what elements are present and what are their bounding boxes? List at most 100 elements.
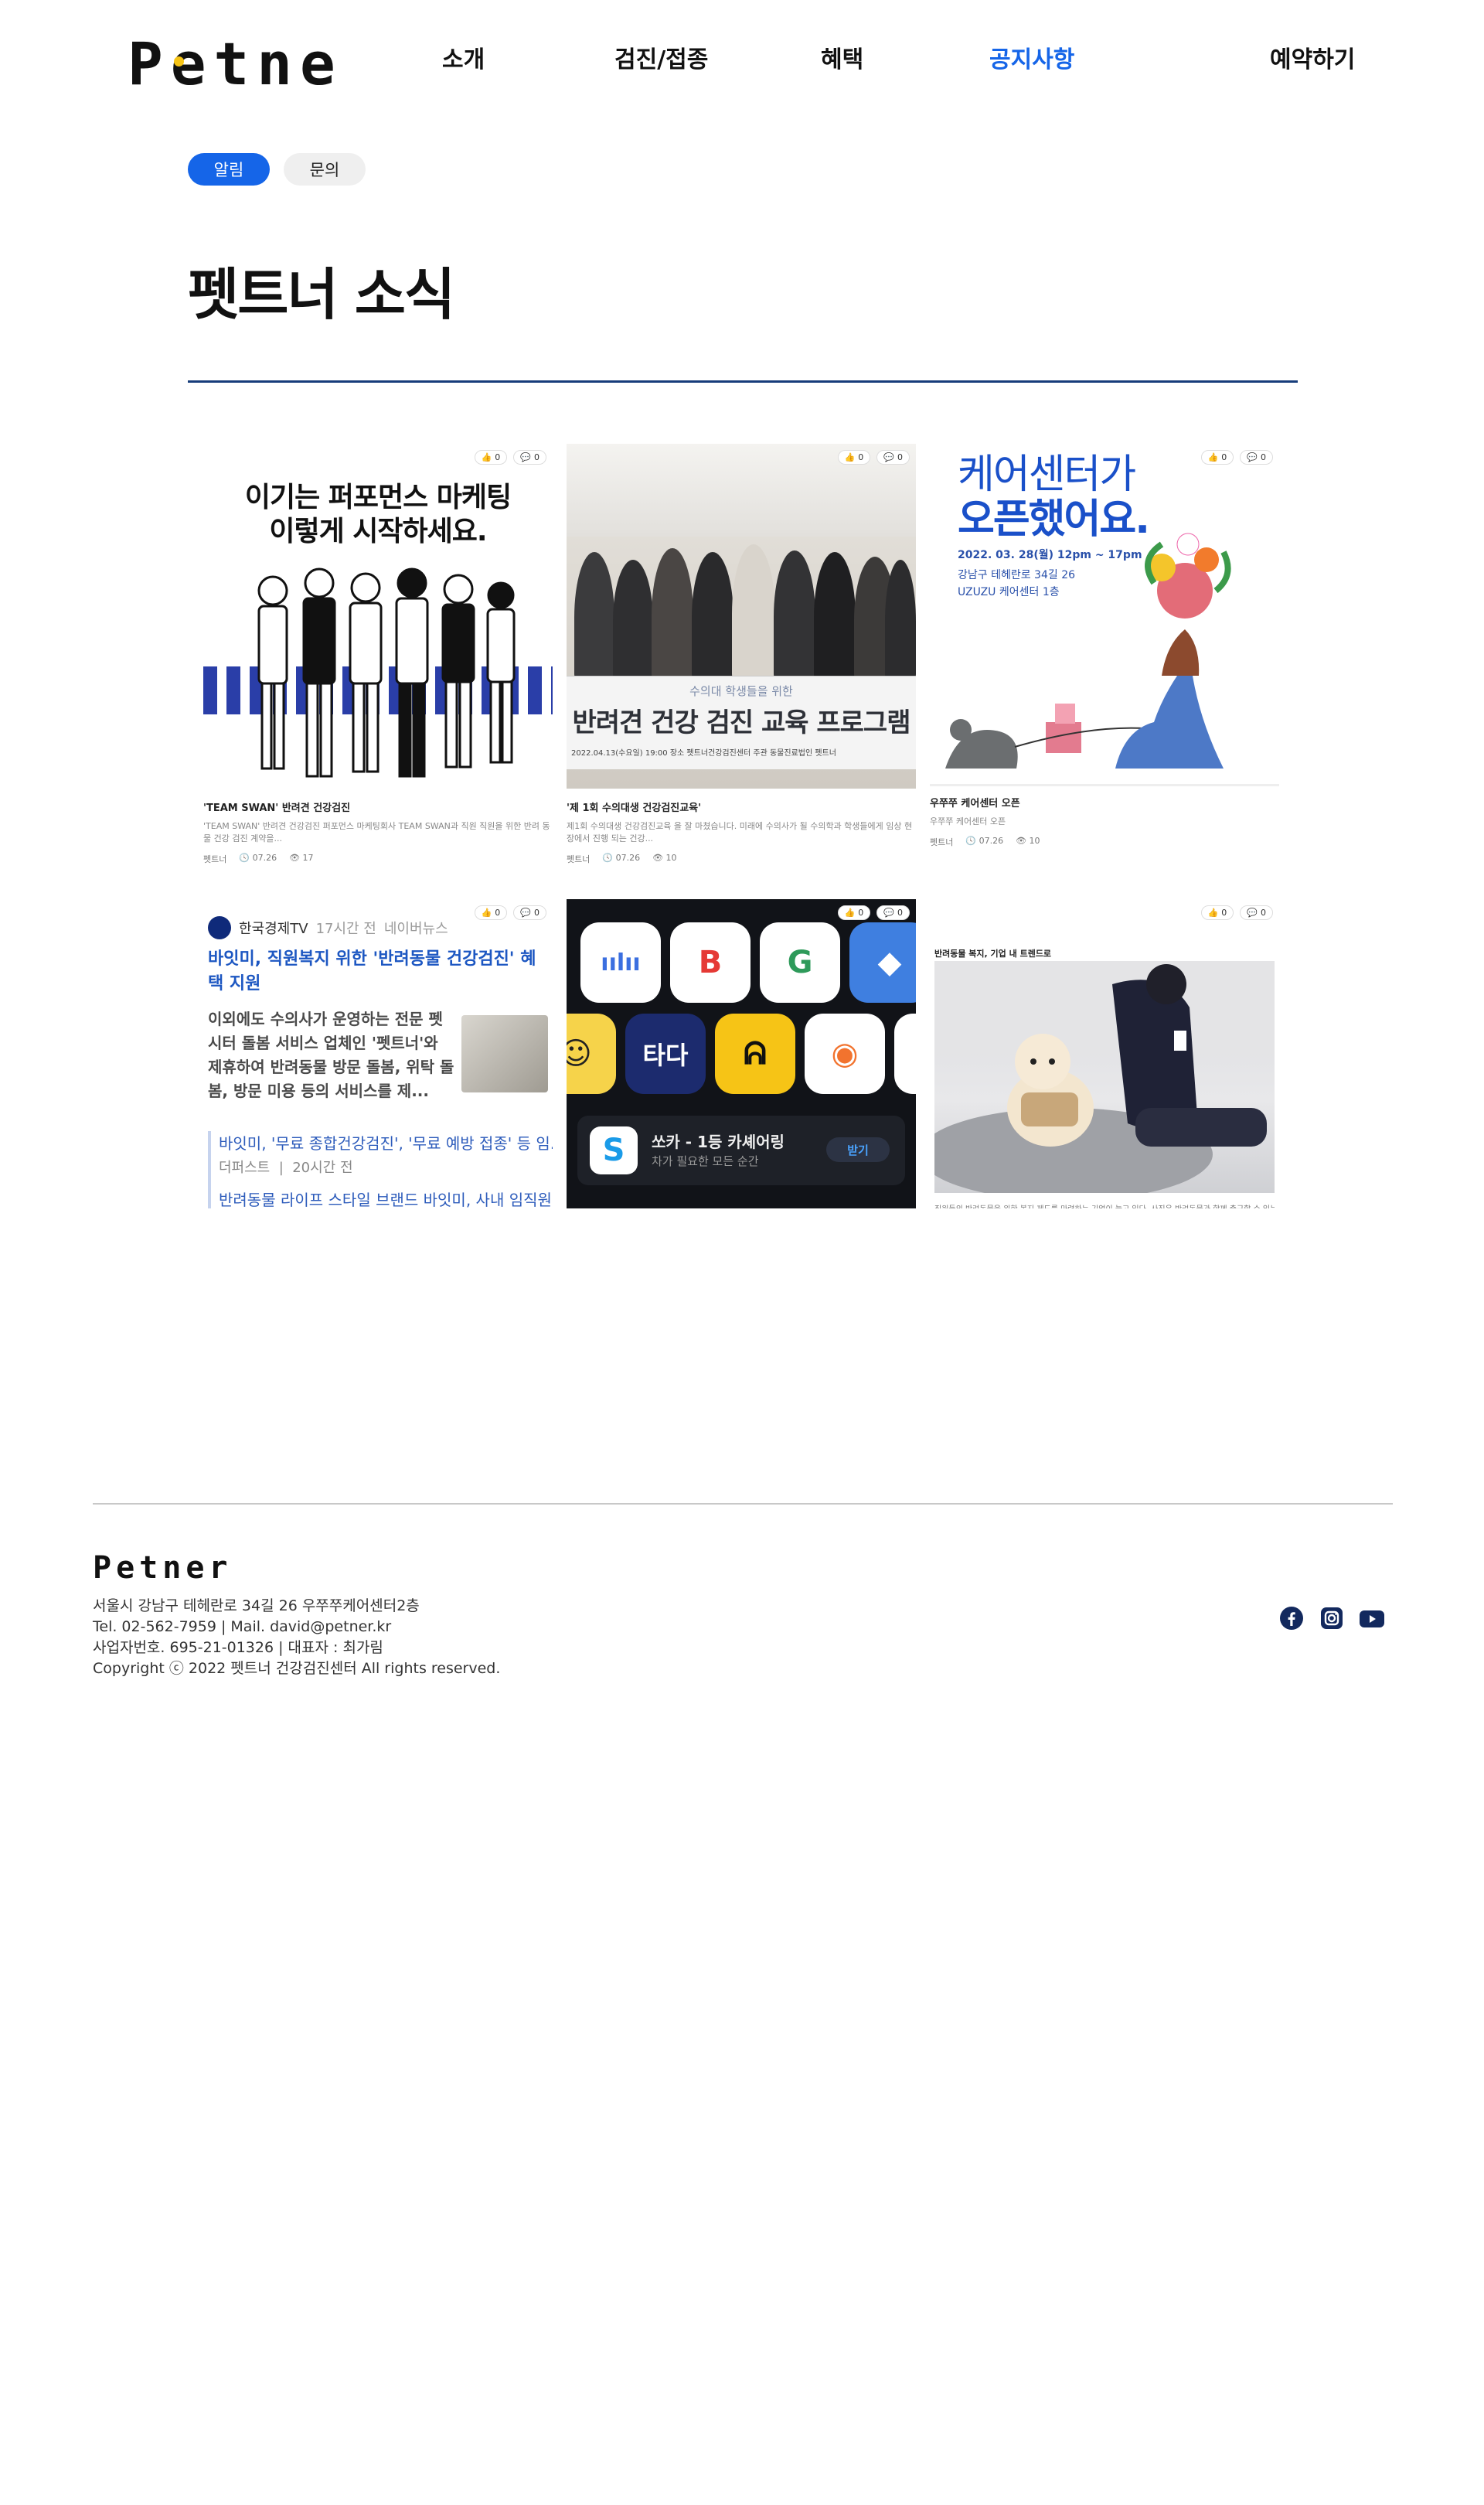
app-install-sheet: S 쏘카 - 1등 카셰어링 차가 필요한 모든 순간 받기 xyxy=(577,1116,905,1185)
post-author: 펫트너 xyxy=(203,854,227,864)
post-thumbnail: 👍 0 💬 0 반려동물 복지, 기업 내 트렌드로 직원들의 반려동물을 위한… xyxy=(930,899,1279,1208)
footer-logo[interactable]: Petner xyxy=(93,1552,233,1583)
post-thumbnail: 👍 0 💬 0 ıılıı B G ◆ ☺ 타다 ᕱ ◉ S 쏘카 - 1등 카… xyxy=(567,899,916,1208)
news-channel: 네이버뉴스 xyxy=(383,921,448,937)
comment-count-value: 0 xyxy=(534,452,539,462)
like-count[interactable]: 👍 0 xyxy=(474,905,508,920)
like-count-value: 0 xyxy=(1221,908,1227,918)
post-title[interactable]: 우쭈쭈 케어센터 오픈 xyxy=(930,795,1279,809)
event-banner: 수의대 학생들을 위한 반려견 건강 검진 교육 프로그램 2022.04.13… xyxy=(567,676,916,769)
app-subtitle: 차가 필요한 모든 순간 xyxy=(652,1154,759,1168)
footer-business: 사업자번호. 695-21-01326 | 대표자 : 최가림 xyxy=(93,1639,383,1656)
like-count-value: 0 xyxy=(495,908,501,918)
post-views-value: 10 xyxy=(1029,836,1040,846)
related-source: 더퍼스트 | 20시간 전 xyxy=(219,1160,353,1176)
comment-count[interactable]: 💬 0 xyxy=(876,905,910,920)
post-date: 🕓 07.26 xyxy=(239,853,277,863)
related-source-name: 더퍼스트 xyxy=(219,1160,271,1176)
app-get-button: 받기 xyxy=(826,1137,890,1162)
post-meta: '제 1회 수의대생 건강검진교육' 제1회 수의대생 건강검진교육 을 잘 마… xyxy=(567,799,916,865)
post-thumbnail: 👍 0 💬 0 케어센터가 오픈했어요. 2022. 03. 28(월) 12p… xyxy=(930,444,1279,789)
team-illustration xyxy=(257,567,516,778)
dog-walk-illustration xyxy=(930,533,1279,786)
post-card[interactable]: 👍 0 💬 0 이기는 퍼포먼스 마케팅 이렇게 시작하세요. 'TEAM SW… xyxy=(203,444,553,877)
footer-contact: Tel. 02-562-7959 | Mail. david@petner.kr xyxy=(93,1618,392,1635)
reaction-counters: 👍 0 💬 0 xyxy=(837,450,910,465)
photo-person xyxy=(814,552,856,683)
comment-count[interactable]: 💬 0 xyxy=(513,905,546,920)
layers-app-icon: ◆ xyxy=(849,922,916,1003)
comment-count-value: 0 xyxy=(897,908,903,918)
social-links xyxy=(1278,1605,1385,1631)
post-author: 펫트너 xyxy=(567,854,591,864)
facebook-icon[interactable] xyxy=(1278,1605,1305,1631)
photo-person xyxy=(613,560,653,683)
post-stats: 펫트너 🕓 07.26 👁 10 xyxy=(930,836,1279,848)
like-count[interactable]: 👍 0 xyxy=(1200,450,1234,465)
photo-person xyxy=(574,552,614,683)
thumb-headline-2: 이렇게 시작하세요. xyxy=(269,516,487,547)
reaction-counters: 👍 0 💬 0 xyxy=(1200,905,1273,920)
instagram-icon[interactable] xyxy=(1319,1605,1345,1631)
like-count[interactable]: 👍 0 xyxy=(837,905,871,920)
site-header: Pe tne 소개 검진/접종 혜택 공지사항 예약하기 xyxy=(0,0,1484,116)
nav-about[interactable]: 소개 xyxy=(442,40,485,74)
page-title: 펫트너 소식 xyxy=(188,262,455,327)
comment-count[interactable]: 💬 0 xyxy=(1240,905,1273,920)
kakao-app-icon: ᕱ xyxy=(715,1014,795,1094)
like-count[interactable]: 👍 0 xyxy=(1200,905,1234,920)
post-thumbnail: 👍 0 💬 0 이기는 퍼포먼스 마케팅 이렇게 시작하세요. xyxy=(203,444,553,789)
post-stats: 펫트너 🕓 07.26 👁 17 xyxy=(203,853,553,865)
tab-notice[interactable]: 알림 xyxy=(188,153,270,186)
related-time: 20시간 전 xyxy=(292,1160,353,1176)
related-headline-2: 반려동물 라이프 스타일 브랜드 바잇미, 사내 임직원 ... xyxy=(219,1191,553,1208)
post-views: 👁 10 xyxy=(652,853,677,863)
photo-person xyxy=(692,552,733,683)
footer-copyright: Copyright ⓒ 2022 펫트너 건강검진센터 All rights r… xyxy=(93,1660,501,1677)
post-card[interactable]: 👍 0 💬 0 한국경제TV 17시간 전 네이버뉴스 바잇미, 직원복지 위한… xyxy=(203,899,553,1208)
post-card[interactable]: 👍 0 💬 0 수의대 학생들을 위한 반려견 건강 검진 교육 프로그램 20… xyxy=(567,444,916,877)
post-excerpt: 우쭈쭈 케어센터 오픈 xyxy=(930,816,1006,826)
post-card[interactable]: 👍 0 💬 0 반려동물 복지, 기업 내 트렌드로 직원들의 반려동물을 위한… xyxy=(930,899,1279,1208)
footer-divider xyxy=(93,1503,1393,1505)
b-app-icon: B xyxy=(670,922,751,1003)
reaction-counters: 👍 0 💬 0 xyxy=(474,905,546,920)
comment-count[interactable]: 💬 0 xyxy=(1240,450,1273,465)
tada-app-icon: 타다 xyxy=(625,1014,706,1094)
post-card[interactable]: 👍 0 💬 0 케어센터가 오픈했어요. 2022. 03. 28(월) 12p… xyxy=(930,444,1279,877)
comment-count[interactable]: 💬 0 xyxy=(513,450,546,465)
comment-count-value: 0 xyxy=(534,908,539,918)
comment-count-value: 0 xyxy=(897,452,903,462)
reaction-counters: 👍 0 💬 0 xyxy=(474,450,546,465)
nav-benefits[interactable]: 혜택 xyxy=(821,40,863,74)
post-date-value: 07.26 xyxy=(979,836,1004,846)
article-header: 반려동물 복지, 기업 내 트렌드로 xyxy=(934,949,1052,959)
like-count-value: 0 xyxy=(495,452,501,462)
post-date-value: 07.26 xyxy=(252,853,277,863)
post-stats: 펫트너 🕓 07.26 👁 10 xyxy=(567,853,916,865)
news-source-name: 한국경제TV xyxy=(239,921,308,937)
photo-person xyxy=(885,560,916,683)
comment-count[interactable]: 💬 0 xyxy=(876,450,910,465)
like-count[interactable]: 👍 0 xyxy=(474,450,508,465)
post-title[interactable]: 'TEAM SWAN' 반려견 건강검진 xyxy=(203,799,553,814)
post-excerpt: 제1회 수의대생 건강검진교육 을 잘 마쳤습니다. 미래에 수의사가 될 수의… xyxy=(567,821,913,844)
voice-app-icon: ıılıı xyxy=(580,922,661,1003)
footer-address: 서울시 강남구 테헤란로 34길 26 우쭈쭈케어센터2층 xyxy=(93,1597,420,1614)
office-dog-photo xyxy=(934,961,1275,1193)
news-body: 이외에도 수의사가 운영하는 전문 펫시터 돌봄 서비스 업체인 '펫트너'와 … xyxy=(208,1010,454,1100)
post-title[interactable]: '제 1회 수의대생 건강검진교육' xyxy=(567,799,916,814)
footer-info: 서울시 강남구 테헤란로 34길 26 우쭈쭈케어센터2층 Tel. 02-56… xyxy=(93,1596,500,1679)
like-count[interactable]: 👍 0 xyxy=(837,450,871,465)
like-count-value: 0 xyxy=(1221,452,1227,462)
nav-notices[interactable]: 공지사항 xyxy=(989,40,1074,74)
post-card[interactable]: 👍 0 💬 0 ıılıı B G ◆ ☺ 타다 ᕱ ◉ S 쏘카 - 1등 카… xyxy=(567,899,916,1208)
youtube-icon[interactable] xyxy=(1359,1605,1385,1631)
post-author: 펫트너 xyxy=(930,837,954,847)
related-news: 바잇미, '무료 종합건강검진', '무료 예방 접종' 등 임... 더퍼스트… xyxy=(208,1131,553,1208)
nav-reservation[interactable]: 예약하기 xyxy=(1270,40,1355,74)
nav-checkup-vaccination[interactable]: 검진/접종 xyxy=(614,40,708,74)
post-meta: 'TEAM SWAN' 반려견 건강검진 'TEAM SWAN' 반려견 건강검… xyxy=(203,799,553,865)
post-views-value: 17 xyxy=(302,853,314,863)
tab-inquiry[interactable]: 문의 xyxy=(284,153,366,186)
